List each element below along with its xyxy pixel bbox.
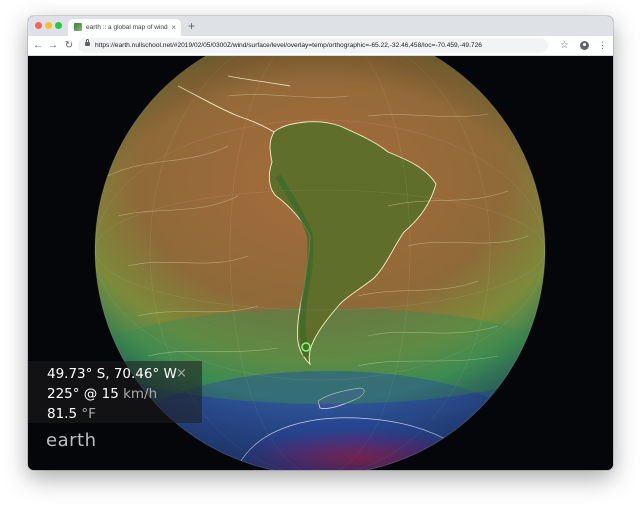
- earth-menu-button[interactable]: earth: [46, 430, 96, 451]
- tab-title: earth :: a global map of wind, w: [86, 24, 168, 31]
- url-text[interactable]: https://earth.nullschool.net/#2019/02/05…: [95, 38, 545, 53]
- new-tab-button[interactable]: +: [188, 19, 195, 33]
- temperature-unit-toggle[interactable]: °F: [81, 406, 96, 422]
- wind-reading: 225° @ 15 km/h: [47, 386, 157, 402]
- bookmark-star-icon[interactable]: ☆: [560, 38, 569, 53]
- browser-window: earth :: a global map of wind, w × + ← →…: [28, 16, 613, 470]
- close-location-icon[interactable]: ×: [176, 366, 187, 381]
- tab-close-icon[interactable]: ×: [171, 22, 176, 33]
- map-viewport[interactable]: 49.73° S, 70.46° W × 225° @ 15 km/h 81.5…: [28, 56, 613, 470]
- temperature-reading: 81.5 °F: [47, 406, 96, 422]
- browser-toolbar: ← → ↻ https://earth.nullschool.net/#2019…: [28, 36, 613, 56]
- back-button[interactable]: ←: [31, 38, 45, 53]
- window-minimize-button[interactable]: [45, 22, 52, 29]
- wind-value: 225° @ 15: [47, 386, 119, 402]
- menu-icon[interactable]: ⋮: [598, 38, 607, 53]
- reload-button[interactable]: ↻: [62, 38, 76, 53]
- temperature-value: 81.5: [47, 406, 78, 422]
- earth-favicon-icon: [74, 23, 82, 31]
- tab-bar: earth :: a global map of wind, w × +: [28, 16, 613, 36]
- address-bar[interactable]: https://earth.nullschool.net/#2019/02/05…: [78, 38, 548, 53]
- lock-icon: [85, 39, 90, 46]
- africa-coast: [548, 156, 588, 256]
- location-info-panel: 49.73° S, 70.46° W × 225° @ 15 km/h 81.5…: [28, 361, 202, 423]
- browser-tab[interactable]: earth :: a global map of wind, w ×: [68, 19, 181, 36]
- window-close-button[interactable]: [35, 22, 42, 29]
- forward-button[interactable]: →: [46, 38, 60, 53]
- wind-unit-toggle[interactable]: km/h: [123, 386, 157, 402]
- profile-icon[interactable]: [580, 41, 589, 50]
- window-maximize-button[interactable]: [55, 22, 62, 29]
- location-coordinates[interactable]: 49.73° S, 70.46° W: [47, 366, 177, 382]
